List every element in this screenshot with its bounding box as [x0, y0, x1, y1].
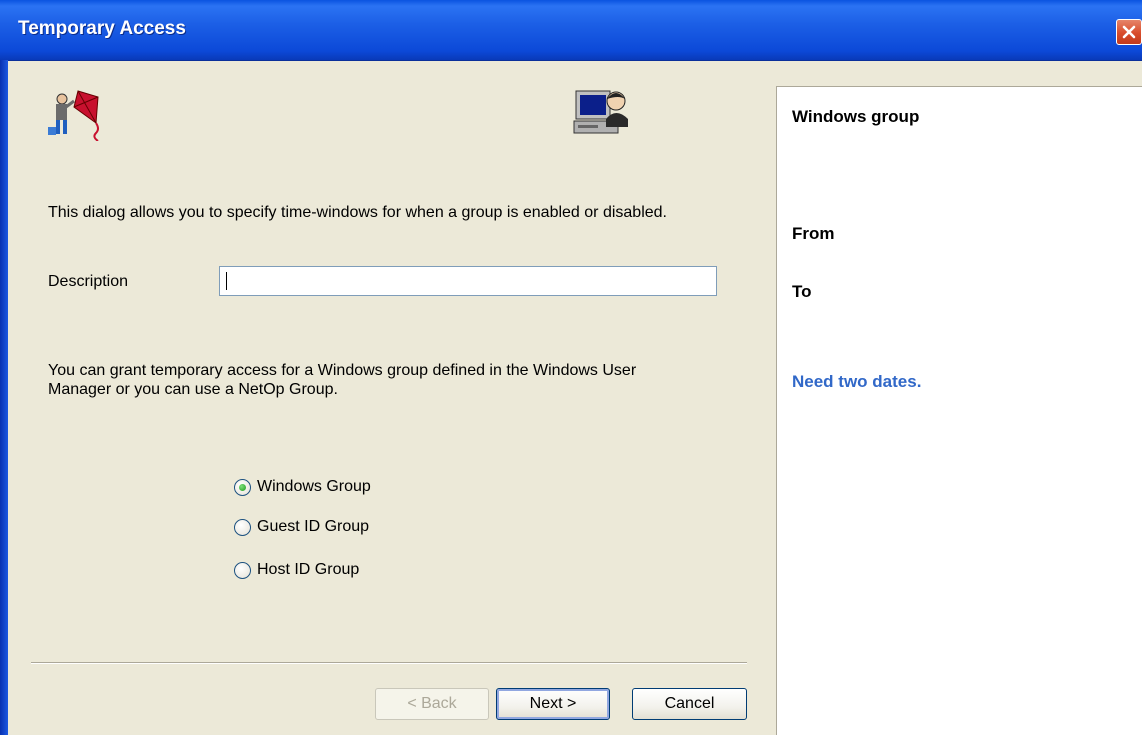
title-bar[interactable]: Temporary Access	[0, 0, 1142, 61]
temporary-access-dialog: Temporary Access This dialog allows you …	[0, 0, 1142, 735]
radio-button[interactable]	[234, 561, 251, 579]
description-label: Description	[48, 273, 129, 290]
radio-button[interactable]	[234, 518, 251, 536]
radio-host-id-group[interactable]: Host ID Group	[234, 561, 359, 579]
grant-text-line-2: Manager or you can use a NetOp Group.	[48, 381, 338, 398]
radio-button[interactable]	[234, 478, 251, 496]
window-title: Temporary Access	[18, 18, 186, 39]
summary-from: From	[792, 224, 835, 243]
grant-text-line-1: You can grant temporary access for a Win…	[48, 362, 637, 379]
computer-user-icon	[572, 87, 632, 144]
summary-group: Windows group	[792, 107, 920, 126]
radio-label: Host ID Group	[257, 561, 360, 578]
technician-with-kite-icon	[44, 87, 110, 146]
button-separator	[31, 662, 747, 664]
intro-text: This dialog allows you to specify time-w…	[48, 204, 667, 221]
radio-selected-dot	[239, 483, 246, 491]
cancel-button[interactable]: Cancel	[632, 688, 747, 720]
close-button[interactable]	[1116, 19, 1142, 45]
description-input[interactable]	[219, 266, 717, 296]
summary-panel: Windows group From To Need two dates.	[776, 86, 1142, 735]
summary-note: Need two dates.	[792, 372, 922, 391]
back-button[interactable]: < Back	[375, 688, 489, 720]
text-caret	[226, 272, 227, 290]
radio-guest-id-group[interactable]: Guest ID Group	[234, 518, 369, 536]
radio-windows-group[interactable]: Windows Group	[234, 478, 371, 496]
radio-label: Windows Group	[257, 478, 371, 495]
next-button[interactable]: Next >	[496, 688, 610, 720]
summary-to: To	[792, 282, 812, 301]
radio-label: Guest ID Group	[257, 518, 370, 535]
window-frame	[0, 60, 8, 735]
